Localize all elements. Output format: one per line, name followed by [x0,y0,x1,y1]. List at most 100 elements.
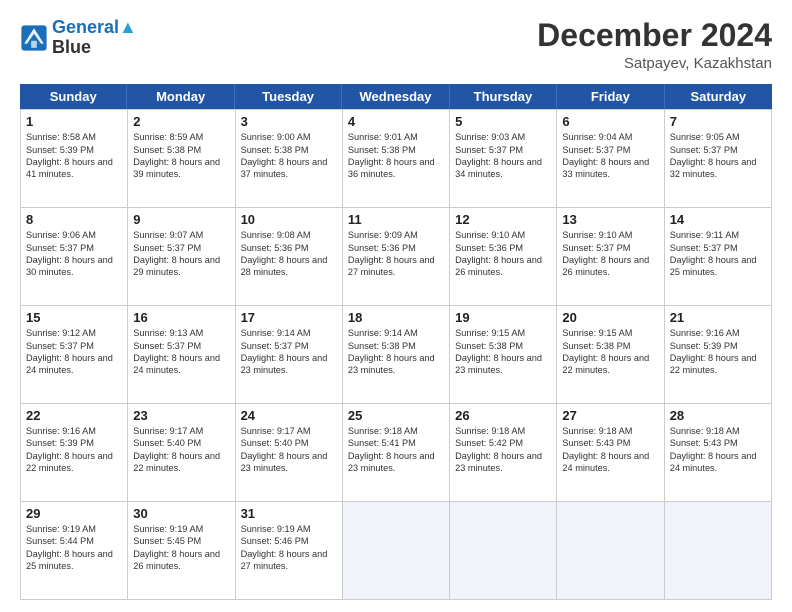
sunrise-text: Sunrise: 9:05 AM [670,131,766,143]
sunset-text: Sunset: 5:37 PM [670,242,766,254]
sunset-text: Sunset: 5:37 PM [133,242,229,254]
sunset-text: Sunset: 5:39 PM [670,340,766,352]
calendar-cell: 22 Sunrise: 9:16 AM Sunset: 5:39 PM Dayl… [21,404,128,502]
header-sunday: Sunday [20,84,127,109]
calendar-cell: 2 Sunrise: 8:59 AM Sunset: 5:38 PM Dayli… [128,110,235,208]
daylight-text: Daylight: 8 hours and 24 minutes. [26,352,122,377]
daylight-text: Daylight: 8 hours and 25 minutes. [26,548,122,573]
sunset-text: Sunset: 5:37 PM [241,340,337,352]
sunset-text: Sunset: 5:37 PM [455,144,551,156]
daylight-text: Daylight: 8 hours and 27 minutes. [241,548,337,573]
calendar-cell: 26 Sunrise: 9:18 AM Sunset: 5:42 PM Dayl… [450,404,557,502]
sunset-text: Sunset: 5:38 PM [241,144,337,156]
daylight-text: Daylight: 8 hours and 24 minutes. [133,352,229,377]
daylight-text: Daylight: 8 hours and 41 minutes. [26,156,122,181]
day-number: 6 [562,114,658,129]
day-number: 2 [133,114,229,129]
daylight-text: Daylight: 8 hours and 36 minutes. [348,156,444,181]
calendar-cell: 20 Sunrise: 9:15 AM Sunset: 5:38 PM Dayl… [557,306,664,404]
sunset-text: Sunset: 5:37 PM [26,340,122,352]
daylight-text: Daylight: 8 hours and 24 minutes. [562,450,658,475]
sunset-text: Sunset: 5:37 PM [670,144,766,156]
sunset-text: Sunset: 5:38 PM [348,144,444,156]
sunrise-text: Sunrise: 9:11 AM [670,229,766,241]
calendar-cell: 23 Sunrise: 9:17 AM Sunset: 5:40 PM Dayl… [128,404,235,502]
daylight-text: Daylight: 8 hours and 23 minutes. [455,352,551,377]
daylight-text: Daylight: 8 hours and 23 minutes. [455,450,551,475]
sunrise-text: Sunrise: 9:10 AM [455,229,551,241]
daylight-text: Daylight: 8 hours and 22 minutes. [562,352,658,377]
daylight-text: Daylight: 8 hours and 39 minutes. [133,156,229,181]
sunset-text: Sunset: 5:39 PM [26,437,122,449]
daylight-text: Daylight: 8 hours and 23 minutes. [241,450,337,475]
day-number: 24 [241,408,337,423]
header-friday: Friday [557,84,664,109]
calendar-cell: 24 Sunrise: 9:17 AM Sunset: 5:40 PM Dayl… [236,404,343,502]
sunrise-text: Sunrise: 9:03 AM [455,131,551,143]
day-number: 5 [455,114,551,129]
sunset-text: Sunset: 5:40 PM [133,437,229,449]
day-number: 25 [348,408,444,423]
sunrise-text: Sunrise: 9:17 AM [241,425,337,437]
calendar-header: Sunday Monday Tuesday Wednesday Thursday… [20,84,772,109]
day-number: 3 [241,114,337,129]
calendar-cell: 3 Sunrise: 9:00 AM Sunset: 5:38 PM Dayli… [236,110,343,208]
sunrise-text: Sunrise: 9:07 AM [133,229,229,241]
sunset-text: Sunset: 5:36 PM [455,242,551,254]
sunset-text: Sunset: 5:43 PM [562,437,658,449]
calendar-cell: 9 Sunrise: 9:07 AM Sunset: 5:37 PM Dayli… [128,208,235,306]
sunset-text: Sunset: 5:38 PM [562,340,658,352]
sunrise-text: Sunrise: 9:18 AM [562,425,658,437]
sunrise-text: Sunrise: 9:17 AM [133,425,229,437]
title-block: December 2024 Satpayev, Kazakhstan [537,18,772,72]
calendar-cell [557,502,664,600]
sunset-text: Sunset: 5:40 PM [241,437,337,449]
header-tuesday: Tuesday [235,84,342,109]
sunset-text: Sunset: 5:36 PM [348,242,444,254]
day-number: 22 [26,408,122,423]
calendar-cell: 17 Sunrise: 9:14 AM Sunset: 5:37 PM Dayl… [236,306,343,404]
day-number: 17 [241,310,337,325]
sunrise-text: Sunrise: 9:13 AM [133,327,229,339]
sunrise-text: Sunrise: 9:19 AM [133,523,229,535]
calendar-cell: 1 Sunrise: 8:58 AM Sunset: 5:39 PM Dayli… [21,110,128,208]
calendar-cell: 31 Sunrise: 9:19 AM Sunset: 5:46 PM Dayl… [236,502,343,600]
sunrise-text: Sunrise: 8:59 AM [133,131,229,143]
calendar-cell: 16 Sunrise: 9:13 AM Sunset: 5:37 PM Dayl… [128,306,235,404]
logo-line2: Blue [52,38,137,58]
calendar: Sunday Monday Tuesday Wednesday Thursday… [20,84,772,600]
day-number: 14 [670,212,766,227]
sunset-text: Sunset: 5:37 PM [26,242,122,254]
header-thursday: Thursday [450,84,557,109]
day-number: 9 [133,212,229,227]
day-number: 19 [455,310,551,325]
calendar-cell: 29 Sunrise: 9:19 AM Sunset: 5:44 PM Dayl… [21,502,128,600]
sunrise-text: Sunrise: 9:06 AM [26,229,122,241]
calendar-body: 1 Sunrise: 8:58 AM Sunset: 5:39 PM Dayli… [20,109,772,600]
calendar-cell [343,502,450,600]
calendar-cell: 11 Sunrise: 9:09 AM Sunset: 5:36 PM Dayl… [343,208,450,306]
day-number: 27 [562,408,658,423]
day-number: 11 [348,212,444,227]
daylight-text: Daylight: 8 hours and 22 minutes. [133,450,229,475]
sunrise-text: Sunrise: 9:18 AM [670,425,766,437]
page: General▲ Blue December 2024 Satpayev, Ka… [0,0,792,612]
daylight-text: Daylight: 8 hours and 30 minutes. [26,254,122,279]
daylight-text: Daylight: 8 hours and 22 minutes. [26,450,122,475]
day-number: 31 [241,506,337,521]
daylight-text: Daylight: 8 hours and 37 minutes. [241,156,337,181]
sunrise-text: Sunrise: 8:58 AM [26,131,122,143]
calendar-cell [450,502,557,600]
daylight-text: Daylight: 8 hours and 23 minutes. [348,450,444,475]
day-number: 18 [348,310,444,325]
day-number: 4 [348,114,444,129]
calendar-cell: 10 Sunrise: 9:08 AM Sunset: 5:36 PM Dayl… [236,208,343,306]
sunrise-text: Sunrise: 9:14 AM [348,327,444,339]
sunset-text: Sunset: 5:45 PM [133,535,229,547]
daylight-text: Daylight: 8 hours and 28 minutes. [241,254,337,279]
sunset-text: Sunset: 5:38 PM [133,144,229,156]
calendar-cell: 21 Sunrise: 9:16 AM Sunset: 5:39 PM Dayl… [665,306,772,404]
daylight-text: Daylight: 8 hours and 34 minutes. [455,156,551,181]
day-number: 15 [26,310,122,325]
location: Satpayev, Kazakhstan [537,55,772,72]
